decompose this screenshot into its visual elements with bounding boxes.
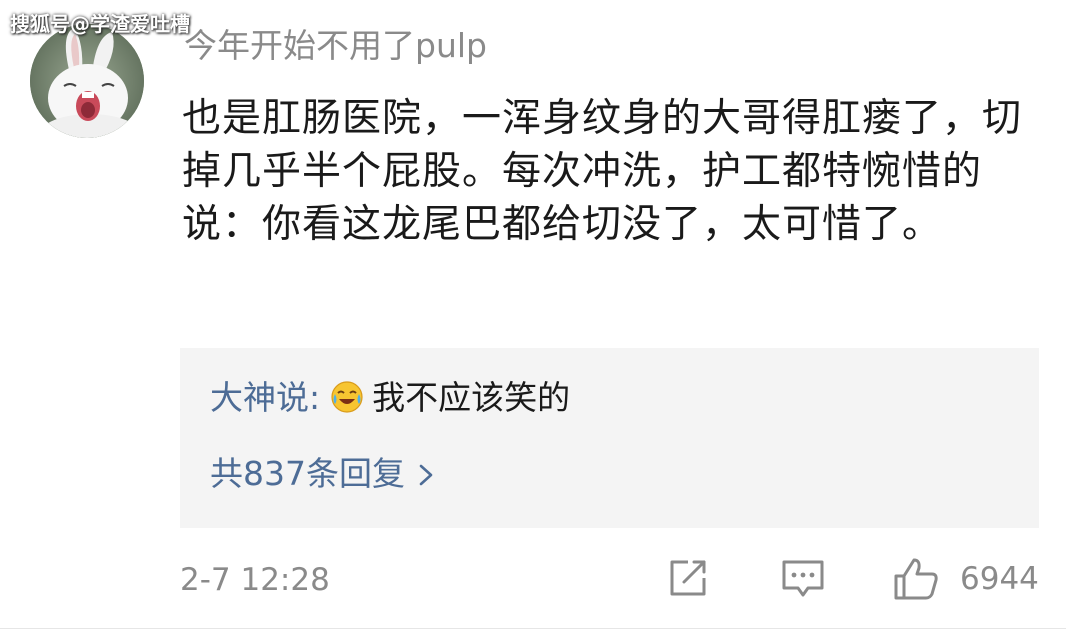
- view-all-replies-label: 共837条回复: [210, 454, 405, 493]
- repost-edit-icon: [670, 560, 706, 596]
- view-all-replies-link[interactable]: 共837条回复: [210, 452, 433, 496]
- comment-card: 搜狐号@学渣爱吐槽 今年开始不用了pulp 也是肛肠医院，一浑身纹身的大哥得肛瘘…: [0, 0, 1066, 631]
- white-rabbit-avatar-icon: [30, 24, 144, 138]
- reply-button[interactable]: [780, 556, 826, 600]
- like-button[interactable]: 6944: [892, 556, 1039, 602]
- watermark: 搜狐号@学渣爱吐槽: [10, 12, 190, 36]
- laugh-cry-emoji-icon: [331, 381, 363, 413]
- comment-body: 也是肛肠医院，一浑身纹身的大哥得肛瘘了，切掉几乎半个屁股。每次冲洗，护工都特惋惜…: [182, 96, 1023, 247]
- like-count: 6944: [960, 561, 1039, 597]
- timestamp: 2-7 12:28: [180, 562, 330, 598]
- thumbs-up-icon: [894, 558, 938, 600]
- comment-bubble-icon: [782, 560, 824, 597]
- username[interactable]: 今年开始不用了pulp: [184, 24, 487, 68]
- reply-preview[interactable]: 大神说: 我不应该笑的 共837条回复: [180, 348, 1039, 528]
- reply-text: 我不应该笑的: [372, 378, 571, 417]
- reply-author[interactable]: 大神说:: [210, 378, 320, 417]
- divider: [0, 628, 1066, 629]
- repost-button[interactable]: [666, 556, 710, 600]
- top-reply: 大神说: 我不应该笑的: [210, 376, 570, 420]
- avatar[interactable]: [30, 24, 144, 138]
- chevron-right-icon: [419, 464, 433, 486]
